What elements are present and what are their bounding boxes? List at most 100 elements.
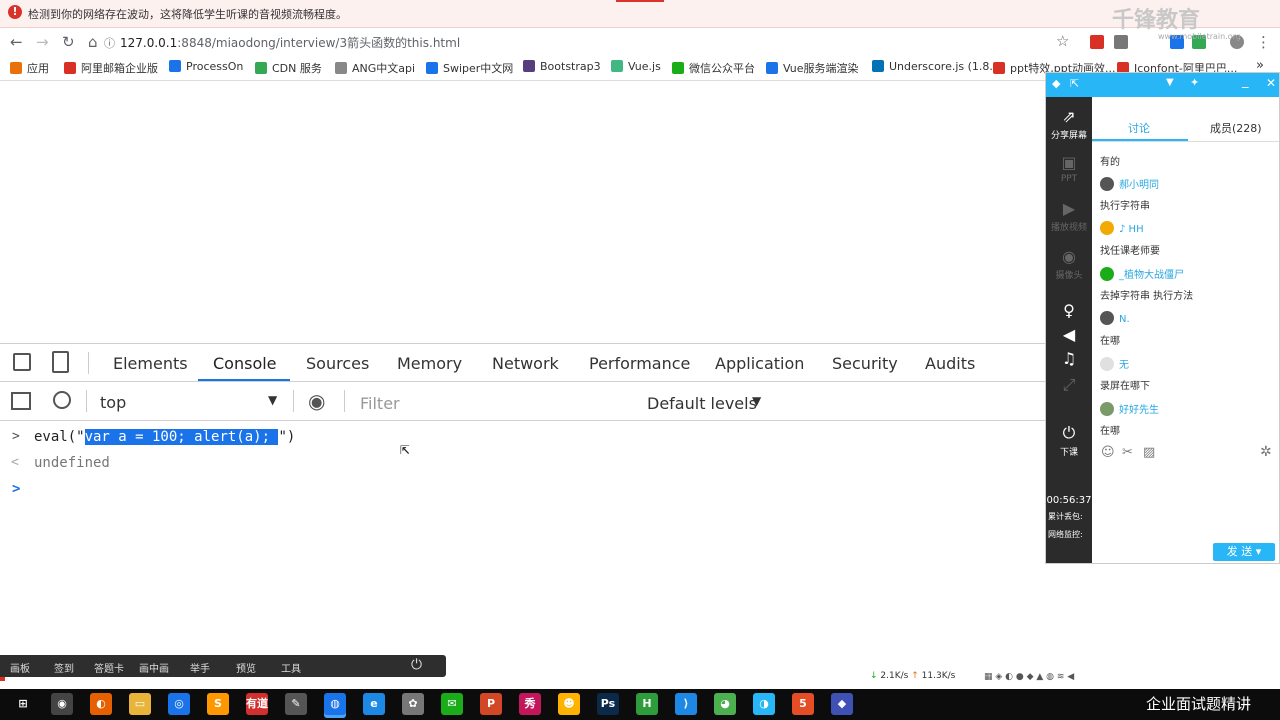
taskbar-app-ie-icon[interactable]: e <box>363 693 385 715</box>
minimize-icon[interactable]: _ <box>1242 74 1249 89</box>
share-screen-button[interactable]: ⇗ 分享屏幕 <box>1046 107 1092 141</box>
context-selector[interactable]: top <box>100 393 126 412</box>
send-button[interactable]: 发 送 ▾ <box>1213 543 1275 561</box>
log-levels-dropdown[interactable]: Default levels <box>647 394 757 413</box>
camera-button[interactable]: ◉ 摄像头 <box>1046 247 1092 281</box>
taskbar-app-win-icon[interactable]: ⊞ <box>12 693 34 715</box>
tab-console[interactable]: Console <box>213 354 277 373</box>
reload-icon[interactable]: ↻ <box>62 33 75 51</box>
sidebar-toggle-icon[interactable] <box>11 392 31 410</box>
bookmark-item[interactable]: 阿里邮箱企业版 <box>64 60 158 76</box>
taskbar-app-a2-icon[interactable]: ◎ <box>168 693 190 715</box>
bookmark-item[interactable]: 应用 <box>10 60 49 76</box>
tab-sources[interactable]: Sources <box>306 354 369 373</box>
eye-icon[interactable]: ◉ <box>308 389 325 413</box>
close-icon[interactable]: ✕ <box>1266 76 1276 90</box>
back-icon[interactable]: ← <box>10 33 23 51</box>
taskbar-app-html5-icon[interactable]: 5 <box>792 693 814 715</box>
bookmark-item[interactable]: CDN 服务 <box>255 60 322 76</box>
message-text: 执行字符串 <box>1100 201 1150 212</box>
toolbar-item-raise-hand[interactable]: 举手 <box>190 660 210 675</box>
chat-sidebar: ⇗ 分享屏幕 ▣ PPT ▶ 播放视频 ◉ 摄像头 ♀ ◀ ♫ ⤢ ⏻ 下课 00:56:… <box>1046 97 1092 563</box>
tab-application[interactable]: Application <box>715 354 804 373</box>
taskbar-app-ps-icon[interactable]: Ps <box>597 693 619 715</box>
console-prompt-icon[interactable]: > <box>12 481 20 497</box>
info-icon[interactable]: ⓘ <box>104 35 115 51</box>
taskbar-app-a1-icon[interactable]: ◉ <box>51 693 73 715</box>
taskbar-app-ppt-icon[interactable]: P <box>480 693 502 715</box>
toolbar-item-signin[interactable]: 签到 <box>54 660 74 675</box>
taskbar-app-a3-icon[interactable]: ✎ <box>285 693 307 715</box>
emoji-icon[interactable]: ☺ <box>1101 445 1115 460</box>
taskbar-app-a9-icon[interactable]: ◆ <box>831 693 853 715</box>
play-video-label: 播放视频 <box>1050 223 1087 233</box>
inspect-element-icon[interactable] <box>13 353 31 371</box>
windows-taskbar: ⊞ ◉ ◐ ▭ ◎ S 有道 ✎ ◍ e ✿ ✉ P 秀 ☻ Ps H ⟩ ◕ ◑ 5 ◆ 企业面试题精讲 <box>0 689 1280 720</box>
console-input-line[interactable]: eval("var a = 100; alert(a); ") <box>34 429 295 445</box>
star-icon[interactable]: ☆ <box>1056 32 1069 50</box>
chevron-down-icon[interactable]: ▼ <box>268 393 277 407</box>
tab-discussion[interactable]: 讨论 <box>1128 120 1150 136</box>
device-toolbar-icon[interactable] <box>52 351 69 373</box>
taskbar-app-a6-icon[interactable]: ☻ <box>558 693 580 715</box>
clear-console-icon[interactable] <box>53 391 71 409</box>
music-button[interactable]: ♫ <box>1046 349 1092 370</box>
taskbar-app-wechat-icon[interactable]: ✉ <box>441 693 463 715</box>
avatar <box>1100 357 1114 371</box>
taskbar-app-chrome-icon[interactable]: ◍ <box>324 693 346 715</box>
tab-members[interactable]: 成员(228) <box>1210 120 1262 136</box>
toolbar-item-pip[interactable]: 画中画 <box>139 660 169 675</box>
image-icon[interactable]: ▨ <box>1143 445 1155 460</box>
play-video-button[interactable]: ▶ 播放视频 <box>1046 199 1092 233</box>
forward-icon[interactable]: → <box>36 33 49 51</box>
scissors-icon[interactable]: ✂ <box>1122 445 1133 460</box>
ppt-button[interactable]: ▣ PPT <box>1046 153 1092 184</box>
bookmark-item[interactable]: Bootstrap3 <box>523 60 601 73</box>
extension-icon[interactable] <box>1090 35 1104 49</box>
bookmark-item[interactable]: Vue.js <box>611 60 661 73</box>
taskbar-app-youdao-icon[interactable]: 有道 <box>246 693 268 715</box>
taskbar-app-hbuilder-icon[interactable]: H <box>636 693 658 715</box>
taskbar-app-vscode-icon[interactable]: ⟩ <box>675 693 697 715</box>
bookmark-item[interactable]: ANG中文api <box>335 60 415 76</box>
taskbar-app-sublime-icon[interactable]: S <box>207 693 229 715</box>
bookmark-item[interactable]: Swiper中文网 <box>426 60 513 76</box>
popout-icon[interactable]: ⇱ <box>1070 77 1079 90</box>
taskbar-app-a7-icon[interactable]: ◕ <box>714 693 736 715</box>
bookmark-item[interactable]: ProcessOn <box>169 60 243 73</box>
taskbar-app-a4-icon[interactable]: ✿ <box>402 693 424 715</box>
download-speed: 2.1K/s <box>880 671 909 681</box>
settings-icon[interactable]: ◆ <box>1052 77 1060 90</box>
pin-icon[interactable]: ✦ <box>1190 76 1199 89</box>
tab-network[interactable]: Network <box>492 354 559 373</box>
tab-audits[interactable]: Audits <box>925 354 975 373</box>
toolbar-item-answer-card[interactable]: 答题卡 <box>94 660 124 675</box>
speaker-button[interactable]: ◀ <box>1046 325 1092 346</box>
console-output[interactable]: > eval("var a = 100; alert(a); ") < unde… <box>0 421 1045 671</box>
gear-icon[interactable]: ✲ <box>1260 444 1272 460</box>
tab-memory[interactable]: Memory <box>397 354 462 373</box>
bookmark-item[interactable]: Vue服务端渲染 <box>766 60 859 76</box>
fullscreen-button[interactable]: ⤢ <box>1046 375 1092 397</box>
chevron-down-icon[interactable]: ▼ <box>1166 77 1174 88</box>
home-icon[interactable]: ⌂ <box>88 33 98 51</box>
taskbar-app-a5-icon[interactable]: 秀 <box>519 693 541 715</box>
bookmark-item[interactable]: Underscore.js (1.8... <box>872 60 1000 73</box>
filter-input[interactable]: Filter <box>360 394 400 413</box>
microphone-button[interactable]: ♀ <box>1046 301 1092 322</box>
toolbar-item-tools[interactable]: 工具 <box>281 660 301 675</box>
chevron-down-icon[interactable]: ▼ <box>752 394 761 408</box>
toolbar-item-whiteboard[interactable]: 画板 <box>10 660 30 675</box>
bookmark-item[interactable]: 微信公众平台 <box>672 60 755 76</box>
url-field[interactable]: 127.0.0.1:8848/miaodong/interview/3箭头函数的… <box>120 34 460 51</box>
taskbar-app-firefox-icon[interactable]: ◐ <box>90 693 112 715</box>
tab-security[interactable]: Security <box>832 354 898 373</box>
tab-elements[interactable]: Elements <box>113 354 188 373</box>
tab-performance[interactable]: Performance <box>589 354 690 373</box>
taskbar-app-a8-icon[interactable]: ◑ <box>753 693 775 715</box>
power-icon[interactable]: ⏻ <box>411 657 422 673</box>
taskbar-app-folder-icon[interactable]: ▭ <box>129 693 151 715</box>
end-class-button[interactable]: ⏻ 下课 <box>1046 423 1092 458</box>
toolbar-item-preview[interactable]: 预览 <box>236 660 256 675</box>
more-bookmarks-icon[interactable]: » <box>1256 58 1264 73</box>
